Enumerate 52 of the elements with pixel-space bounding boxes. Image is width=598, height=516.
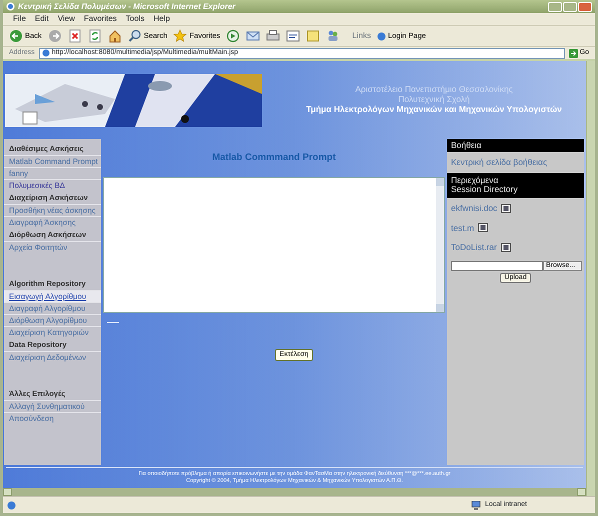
menu-item[interactable]: View: [58, 13, 75, 25]
panel-header: Βοήθεια: [447, 139, 584, 152]
window-title: Κεντρική Σελίδα Πολυμέσων - Microsoft Internet Explorer: [18, 0, 236, 12]
file-icon: [500, 243, 511, 252]
panel-header: Περιεχόμενα Session Directory: [447, 173, 584, 198]
home-button[interactable]: [108, 29, 122, 43]
stop-button[interactable]: [68, 29, 82, 43]
print-button[interactable]: [266, 29, 280, 43]
page-icon: [7, 500, 16, 510]
close-button[interactable]: [578, 2, 592, 12]
search-icon: [128, 29, 142, 43]
page-icon: [286, 29, 300, 43]
header-text: Τμήμα Ηλεκτρολόγων Μηχανικών και Μηχανικών Υπολογιστών: [306, 104, 562, 115]
maximize-button[interactable]: [563, 2, 577, 12]
refresh-icon: [88, 29, 102, 43]
browser-icon: [6, 2, 15, 11]
header-text: Πολυτεχνική Σχολή: [398, 95, 470, 105]
edit-button[interactable]: [286, 29, 300, 43]
minimize-button[interactable]: [548, 2, 562, 12]
menu-item[interactable]: Edit: [34, 13, 49, 25]
home-icon: [108, 29, 122, 43]
messenger-button[interactable]: [326, 29, 340, 43]
header-text: Αριστοτέλειο Πανεπιστήμιο Θεσσαλονίκης: [355, 85, 513, 96]
page-title: Matlab Commmand Prompt: [211, 150, 337, 165]
arrow-icon: [568, 48, 578, 58]
mail-icon: [246, 29, 260, 43]
people-icon: [326, 29, 340, 43]
page-icon: [376, 32, 386, 40]
menu-item[interactable]: Favorites: [84, 13, 117, 25]
refresh-button[interactable]: [88, 29, 102, 43]
file-input[interactable]: [451, 261, 543, 272]
page-icon: [42, 49, 50, 57]
forward-button[interactable]: [48, 29, 62, 43]
stop-icon: [68, 29, 82, 43]
play-icon: [226, 29, 240, 43]
printer-icon: [266, 29, 280, 43]
file-icon: [501, 204, 512, 213]
file-icon: [478, 223, 488, 232]
menu-item[interactable]: File: [13, 13, 26, 25]
menu-item[interactable]: Tools: [126, 13, 144, 25]
menu-item[interactable]: Help: [153, 13, 170, 25]
scrollbar[interactable]: [586, 61, 595, 496]
links-label: Links: [352, 30, 371, 42]
star-icon: [173, 29, 188, 43]
mail-button[interactable]: [246, 29, 260, 43]
command-field[interactable]: [103, 177, 445, 313]
computer-icon: [470, 500, 481, 510]
folder-icon: [306, 29, 320, 43]
folder-button[interactable]: [306, 29, 320, 43]
divider: [107, 322, 119, 323]
media-button[interactable]: [226, 29, 240, 43]
scrollbar[interactable]: [3, 488, 586, 496]
